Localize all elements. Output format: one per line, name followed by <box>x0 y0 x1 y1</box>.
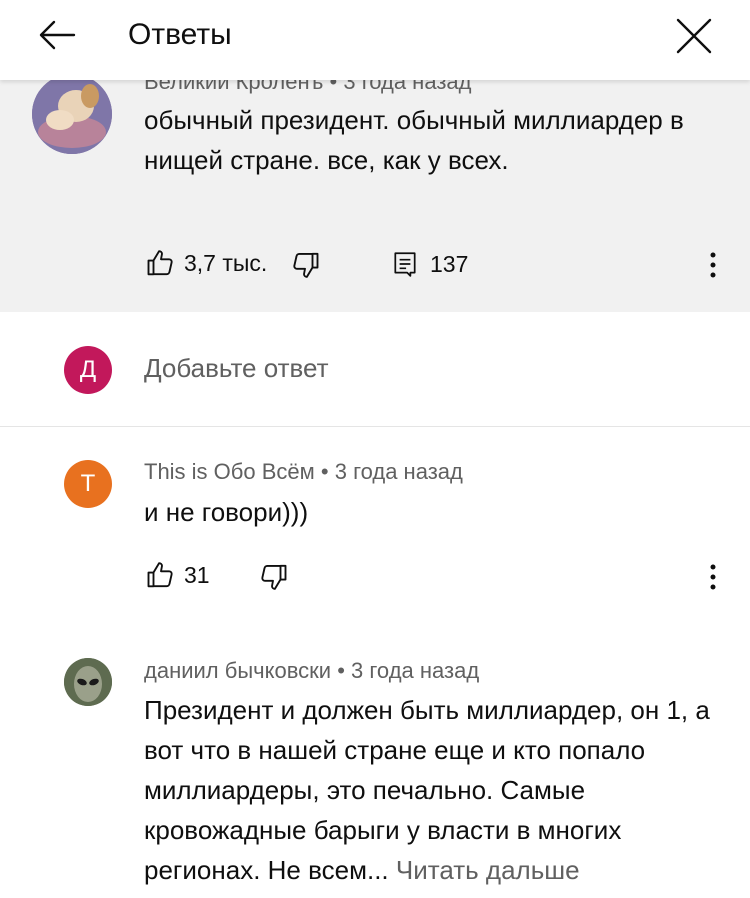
more-options-button[interactable] <box>698 250 728 280</box>
more-vert-icon <box>710 252 716 278</box>
add-reply-input[interactable]: Добавьте ответ <box>144 350 329 386</box>
reply-author[interactable]: This is Обо Всём <box>144 459 315 484</box>
reply-time: 3 года назад <box>351 658 480 683</box>
back-button[interactable] <box>36 14 78 56</box>
parent-comment-avatar[interactable] <box>32 74 112 154</box>
like-count: 3,7 тыс. <box>184 249 268 276</box>
reply-time: 3 года назад <box>334 459 463 484</box>
dislike-button[interactable] <box>290 250 320 280</box>
reply-meta: This is Обо Всём • 3 года назад <box>144 458 463 486</box>
meta-separator: • <box>320 459 329 484</box>
reply-avatar[interactable]: T <box>64 460 112 508</box>
like-button[interactable]: 3,7 тыс. <box>146 248 267 278</box>
more-vert-icon <box>710 564 716 590</box>
meta-separator: • <box>337 658 345 683</box>
avatar-image-icon <box>32 74 112 154</box>
reply-count: 137 <box>430 250 469 277</box>
user-avatar-letter: Д <box>79 356 97 383</box>
like-count: 31 <box>184 561 210 588</box>
reply-author[interactable]: даниил бычковски <box>144 658 331 683</box>
thumbs-up-icon <box>147 562 173 588</box>
dislike-button[interactable] <box>258 562 288 592</box>
user-avatar[interactable]: Д <box>64 346 112 394</box>
reply-text: и не говори))) <box>144 497 309 527</box>
add-reply-section: Д Добавьте ответ <box>0 312 750 427</box>
read-more-link[interactable]: Читать дальше <box>396 855 580 885</box>
reply-text: Президент и должен быть миллиардер, он 1… <box>144 690 722 890</box>
replies-button[interactable]: 137 <box>392 250 468 278</box>
reply-avatar[interactable] <box>64 658 112 706</box>
comment-icon <box>394 252 416 277</box>
thumbs-down-icon <box>293 252 319 278</box>
like-button[interactable]: 31 <box>146 560 210 590</box>
page-title: Ответы <box>128 18 232 51</box>
more-options-button[interactable] <box>698 562 728 592</box>
close-button[interactable] <box>672 14 716 58</box>
reply-avatar-letter: T <box>80 470 96 497</box>
arrow-left-icon <box>39 20 76 50</box>
close-icon <box>676 18 712 54</box>
parent-comment-text: обычный президент. обычный миллиардер в … <box>144 105 684 175</box>
reply-meta: даниил бычковски • 3 года назад <box>144 657 479 685</box>
replies-header: Ответы <box>0 0 750 80</box>
thumbs-down-icon <box>261 564 287 590</box>
thumbs-up-icon <box>147 250 173 276</box>
alien-avatar-icon <box>64 658 112 706</box>
